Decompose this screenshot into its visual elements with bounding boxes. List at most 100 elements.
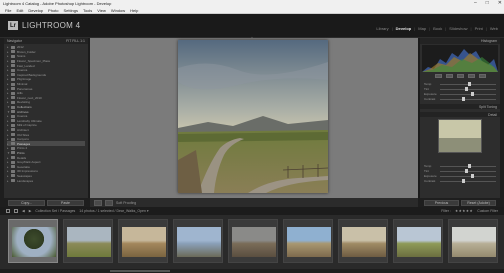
- left-panel-buttons: Copy... Paste: [4, 199, 88, 207]
- slider-track[interactable]: [440, 92, 496, 96]
- menu-photo[interactable]: Photo: [48, 8, 58, 13]
- menu-tools[interactable]: Tools: [83, 8, 92, 13]
- slider-track[interactable]: [440, 179, 496, 183]
- split-toning-label: Split Toning: [478, 104, 497, 109]
- minimize-button[interactable]: –: [474, 0, 477, 6]
- slider-track[interactable]: [440, 97, 496, 101]
- slider-track[interactable]: [440, 164, 496, 168]
- image-view: [90, 38, 418, 198]
- filmstrip-scroll-thumb[interactable]: [110, 270, 170, 272]
- filmstrip-thumbnail[interactable]: [118, 219, 168, 263]
- source-path[interactable]: Collection Set / Passages: [35, 209, 75, 213]
- soft-proofing-checkbox[interactable]: Soft Proofing: [116, 201, 136, 205]
- collection-item[interactable]: ▸ Landscapes: [7, 178, 85, 183]
- window-controls: – □ ✕: [474, 0, 502, 6]
- menu-help[interactable]: Help: [130, 8, 138, 13]
- slider-knob[interactable]: [468, 82, 471, 86]
- module-map[interactable]: Map: [418, 26, 426, 31]
- slider-row: Tint: [424, 87, 496, 91]
- before-after-button[interactable]: [105, 199, 113, 206]
- collection-label: Panoramas: [17, 86, 33, 91]
- slider-track[interactable]: [440, 169, 496, 173]
- app-name: LIGHTROOM 4: [22, 21, 81, 30]
- menu-file[interactable]: File: [5, 8, 11, 13]
- navigator-zoom[interactable]: FIT FILL 1:1: [66, 39, 85, 43]
- detail-header[interactable]: Detail: [420, 112, 500, 117]
- menu-window[interactable]: Window: [111, 8, 125, 13]
- view-mode-button[interactable]: [94, 199, 102, 206]
- filmstrip-thumbnail[interactable]: [63, 219, 113, 263]
- close-button[interactable]: ✕: [498, 0, 502, 6]
- collection-label: Old Sites: [17, 132, 30, 137]
- histogram-header[interactable]: Histogram: [420, 38, 500, 44]
- grid-view-icon[interactable]: [14, 209, 18, 213]
- collection-label: Canyons: [17, 137, 29, 142]
- left-panel: Navigator FIT FILL 1:1 ▸ 2012 ▸ Brown_Folde…: [4, 38, 88, 198]
- module-print[interactable]: Print: [475, 26, 483, 31]
- forward-arrow-icon[interactable]: ▶: [29, 209, 32, 213]
- menu-settings[interactable]: Settings: [64, 8, 78, 13]
- slider-track[interactable]: [440, 82, 496, 86]
- slider-knob[interactable]: [470, 174, 474, 178]
- filter-preset[interactable]: Custom Filter: [477, 209, 498, 213]
- previous-button[interactable]: Previous: [424, 200, 459, 206]
- collection-label: Landscapes: [17, 178, 34, 183]
- slider-knob[interactable]: [465, 87, 469, 91]
- filmstrip-thumbnail[interactable]: [283, 219, 333, 263]
- module-separator: |: [429, 26, 431, 31]
- detail-preview[interactable]: [438, 119, 482, 153]
- module-slideshow[interactable]: Slideshow: [449, 26, 467, 31]
- copy-button[interactable]: Copy...: [8, 200, 45, 206]
- slider-track[interactable]: [440, 174, 496, 178]
- split-toning-header[interactable]: Split Toning: [420, 104, 500, 109]
- menu-view[interactable]: View: [97, 8, 106, 13]
- back-arrow-icon[interactable]: ◀: [22, 209, 25, 213]
- collection-label: Collections: [17, 105, 32, 110]
- develop-toolbar: Soft Proofing: [90, 198, 418, 207]
- thumbnail-image: [452, 227, 496, 257]
- filmstrip-thumbnail[interactable]: [338, 219, 388, 263]
- filmstrip-thumbnail[interactable]: [448, 219, 498, 263]
- slider-knob[interactable]: [468, 164, 471, 168]
- histogram-graph: [422, 49, 498, 72]
- module-develop[interactable]: Develop: [396, 26, 412, 31]
- module-web[interactable]: Web: [490, 26, 498, 31]
- slider-row: Temp: [424, 82, 496, 86]
- menu-edit[interactable]: Edit: [16, 8, 23, 13]
- filter-controls: Filter : ★★★★★ Custom Filter: [441, 209, 504, 213]
- slider-track[interactable]: [440, 87, 496, 91]
- slider-knob[interactable]: [462, 179, 466, 183]
- navigator-label: Navigator: [7, 39, 22, 43]
- collection-label: Flower_next_2010: [17, 95, 42, 100]
- filmstrip-thumbnail[interactable]: [8, 219, 58, 263]
- slider-knob[interactable]: [470, 92, 474, 96]
- red-eye-icon[interactable]: [456, 74, 464, 78]
- slider-knob[interactable]: [465, 169, 469, 173]
- module-book[interactable]: Book: [433, 26, 442, 31]
- rating-filter[interactable]: ★★★★★: [455, 209, 473, 213]
- filmstrip-thumbnail[interactable]: [228, 219, 278, 263]
- thumbnail-image: [122, 227, 166, 257]
- collection-icon: [11, 156, 15, 160]
- slider-row: Exposure: [424, 92, 496, 96]
- right-panel-buttons: Previous Reset (Adobe): [420, 199, 500, 207]
- main-photo[interactable]: [178, 40, 328, 193]
- filmstrip-scrollbar[interactable]: [0, 269, 504, 273]
- photo-info[interactable]: 14 photos / 1 selected / Dear_Walks_Open…: [79, 209, 148, 213]
- histogram[interactable]: [422, 45, 498, 72]
- spot-removal-icon[interactable]: [445, 74, 453, 78]
- maximize-button[interactable]: □: [486, 0, 489, 6]
- slider-knob[interactable]: [462, 97, 466, 101]
- filmstrip-thumbnail[interactable]: [393, 219, 443, 263]
- collection-icon: [11, 91, 15, 95]
- brush-icon[interactable]: [478, 74, 486, 78]
- slider-row: Temp: [424, 164, 496, 168]
- reset-button[interactable]: Reset (Adobe): [461, 200, 496, 206]
- paste-button[interactable]: Paste: [47, 200, 84, 206]
- crop-tool-icon[interactable]: [434, 74, 442, 78]
- module-library[interactable]: Library: [376, 26, 388, 31]
- filmstrip-thumbnail[interactable]: [173, 219, 223, 263]
- second-window-icon[interactable]: [6, 209, 10, 213]
- graduated-filter-icon[interactable]: [467, 74, 475, 78]
- menu-develop[interactable]: Develop: [28, 8, 43, 13]
